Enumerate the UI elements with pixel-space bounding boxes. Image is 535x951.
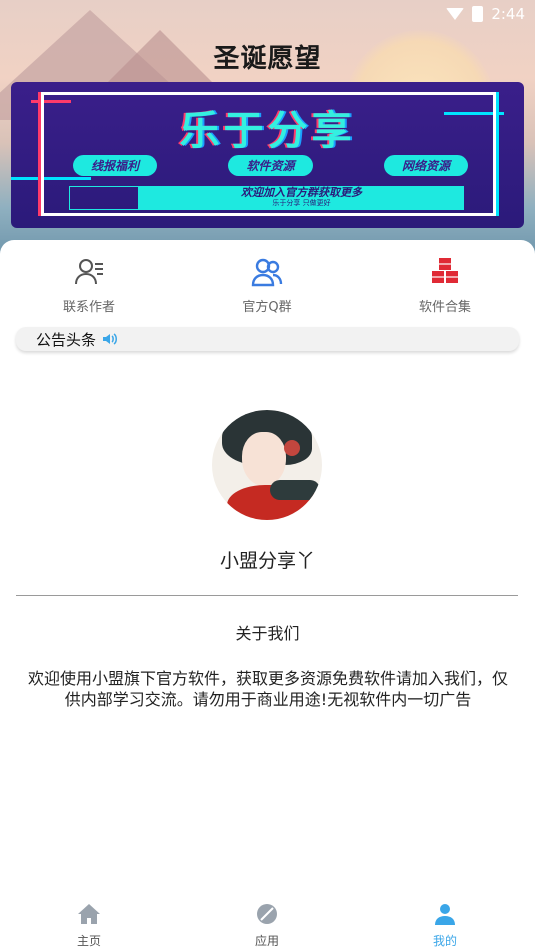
banner-pill: 网络资源: [383, 155, 468, 176]
tab-home[interactable]: 主页: [0, 898, 178, 951]
bottom-tab-bar: 主页 应用 我的: [0, 898, 535, 951]
contact-author-icon: [75, 259, 103, 285]
quick-action-label: 联系作者: [62, 300, 115, 315]
promo-banner[interactable]: 乐于分享 线报福利 软件资源 网络资源 欢迎加入官方群获取更多 乐于分享 只做更…: [11, 82, 524, 228]
wifi-icon: [446, 8, 465, 20]
status-time: 2:44: [491, 5, 525, 23]
about-text: 欢迎使用小盟旗下官方软件，获取更多资源免费软件请加入我们，仅供内部学习交流。请勿…: [27, 669, 508, 709]
banner-pill: 软件资源: [228, 155, 313, 176]
speaker-icon: [103, 333, 118, 345]
apps-icon: [257, 904, 277, 924]
quick-action-contact-author[interactable]: 联系作者: [0, 256, 178, 315]
tab-apps[interactable]: 应用: [178, 898, 356, 951]
home-icon: [78, 904, 100, 924]
banner-cta-subtext: 乐于分享 只做更好: [272, 199, 331, 207]
tab-label: 主页: [76, 934, 101, 948]
avatar-flower: [284, 440, 300, 456]
banner-bar-decoration: [69, 186, 139, 210]
profile-name: 小盟分享丫: [219, 550, 315, 572]
status-bar: 2:44: [0, 0, 535, 28]
avatar-collar: [270, 480, 320, 500]
banner-pills: 线报福利 软件资源 网络资源: [73, 155, 468, 176]
battery-icon: [472, 6, 484, 22]
tab-label: 我的: [432, 934, 457, 948]
quick-action-qq-group[interactable]: 官方Q群: [178, 256, 356, 315]
divider: [16, 595, 518, 596]
avatar-face: [242, 432, 286, 486]
quick-action-label: 官方Q群: [242, 300, 292, 315]
avatar[interactable]: [212, 410, 322, 520]
quick-action-label: 软件合集: [418, 300, 471, 315]
page-title: 圣诞愿望: [213, 44, 322, 74]
notice-title: 公告头条: [36, 330, 97, 349]
quick-actions: 联系作者 官方Q群 软件合集: [0, 256, 535, 315]
quick-action-software-collection[interactable]: 软件合集: [356, 256, 534, 315]
tab-mine[interactable]: 我的: [356, 898, 534, 951]
tab-label: 应用: [254, 934, 279, 948]
cubes-icon: [432, 258, 458, 283]
banner-pill: 线报福利: [73, 155, 158, 176]
profile-icon: [435, 904, 455, 925]
banner-headline: 乐于分享: [179, 107, 356, 154]
group-users-icon: [251, 258, 283, 287]
banner-cta: 欢迎加入官方群获取更多 乐于分享 只做更好: [139, 186, 464, 210]
notice-bar[interactable]: 公告头条: [16, 327, 519, 351]
banner-cta-text: 欢迎加入官方群获取更多: [241, 186, 362, 199]
about-title: 关于我们: [235, 624, 300, 643]
content-sheet: 联系作者 官方Q群 软件合集 公告头条 小盟分享丫 关于我们 欢迎使用小盟旗下官…: [0, 240, 535, 951]
